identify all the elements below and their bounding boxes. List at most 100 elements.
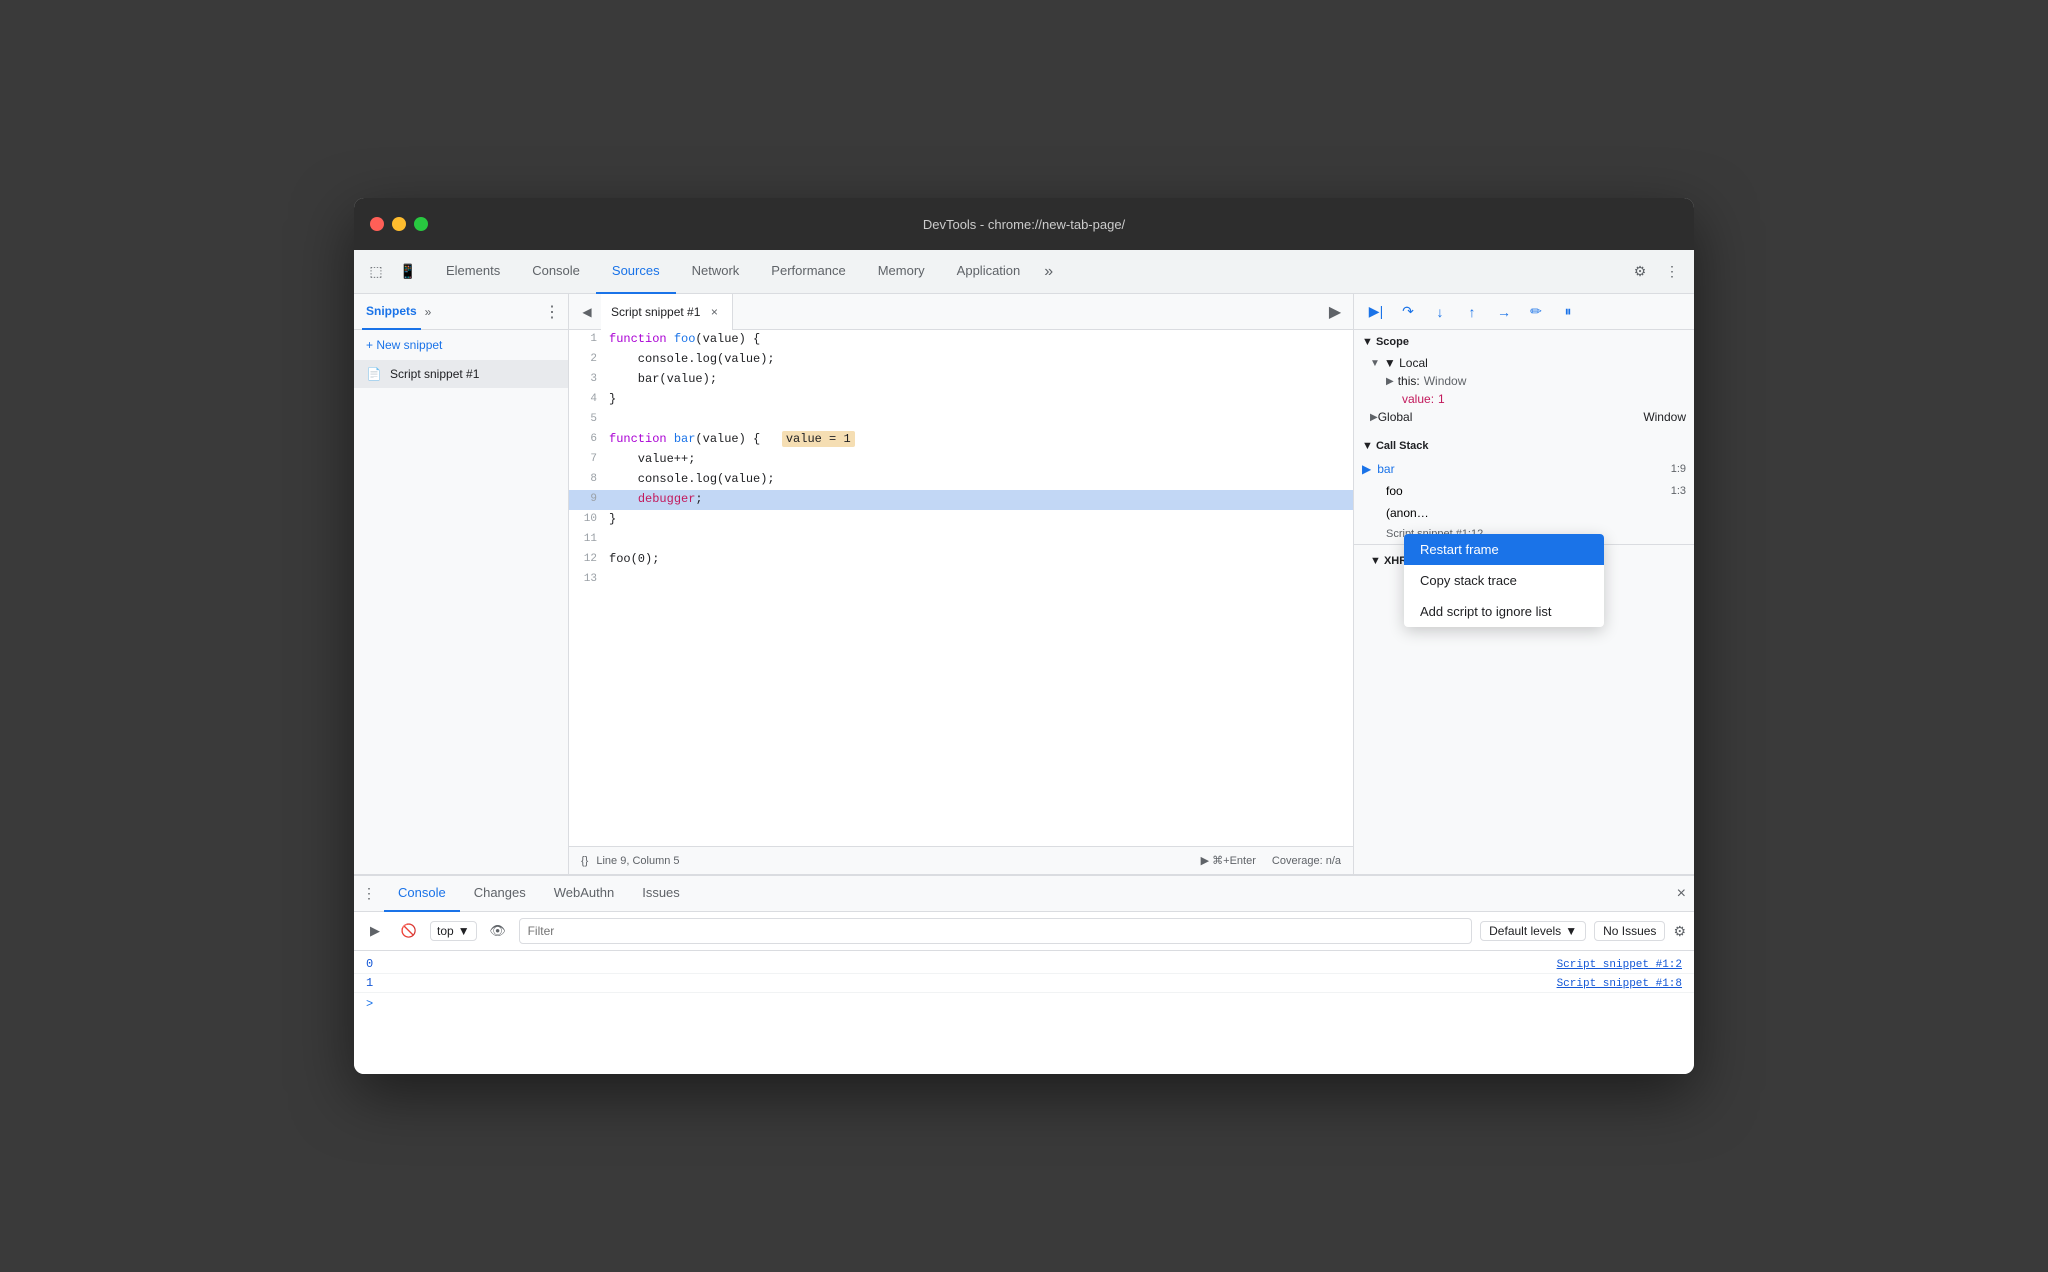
bottom-close-btn[interactable]: × [1677,885,1686,903]
call-stack-header[interactable]: ▼ Call Stack [1354,434,1694,458]
context-menu-restart[interactable]: Restart frame [1404,534,1604,565]
pause-btn[interactable]: ⏸ [1554,298,1582,326]
tab-elements[interactable]: Elements [430,250,516,294]
code-line-5: 5 [569,410,1353,430]
global-value: Window [1643,410,1686,424]
sidebar-menu-btn[interactable]: ⋮ [544,302,560,322]
code-line-6: 6 function bar(value) { value = 1 [569,430,1353,450]
scope-section-header[interactable]: ▼ Scope [1354,330,1694,354]
editor-area: ◀ Script snippet #1 × ▶ 1 function foo(v… [569,294,1354,874]
deactivate-btn[interactable]: ✏ [1522,298,1550,326]
console-clear-btn[interactable]: 🚫 [396,918,422,944]
devtools-window: DevTools - chrome://new-tab-page/ ⬚ 📱 El… [354,198,1694,1074]
scope-label: ▼ Scope [1362,336,1409,348]
sidebar: Snippets » ⋮ + New snippet 📄 Script snip… [354,294,569,874]
top-tab-right-actions: ⚙ ⋮ [1626,258,1686,286]
bottom-tabs: ⋮ Console Changes WebAuthn Issues × [354,876,1694,912]
local-scope-header[interactable]: ▼ ▼ Local [1370,354,1686,372]
call-stack-fn-anon: (anon… [1386,506,1429,520]
scope-section-content: ▼ ▼ Local ▶ this: Window value: 1 ▶ Glob… [1354,354,1694,434]
resume-btn[interactable]: ▶| [1362,298,1390,326]
console-settings-btn[interactable]: ⚙ [1673,923,1686,940]
tab-issues[interactable]: Issues [628,876,694,912]
close-button[interactable] [370,217,384,231]
value-scope-item: value: 1 [1370,390,1686,408]
console-filter-input[interactable] [519,918,1473,944]
editor-run-btn[interactable]: ▶ [1321,298,1349,326]
global-label: Global [1378,410,1413,424]
this-key: this: [1398,374,1420,388]
title-bar: DevTools - chrome://new-tab-page/ [354,198,1694,250]
maximize-button[interactable] [414,217,428,231]
call-stack-item-anon[interactable]: (anon… [1354,502,1694,524]
sidebar-more-btn[interactable]: » [425,305,432,319]
console-source-0[interactable]: Script snippet #1:2 [1557,959,1682,971]
snippet-item-1[interactable]: 📄 Script snippet #1 [354,360,568,388]
levels-dropdown[interactable]: Default levels ▼ [1480,921,1586,941]
top-tab-icons: ⬚ 📱 [362,258,422,286]
coverage-label: Coverage: n/a [1272,855,1341,867]
run-shortcut[interactable]: ▶ ⌘+Enter [1201,854,1256,867]
step-over-btn[interactable]: ↷ [1394,298,1422,326]
this-value: Window [1424,374,1467,388]
right-panel: ▶| ↷ ↓ ↑ → ✏ ⏸ ▼ Scope ▼ ▼ Local ▶ this: [1354,294,1694,874]
copy-stack-trace-label: Copy stack trace [1420,573,1517,588]
prompt-symbol: > [366,997,373,1011]
code-line-9: 9 debugger; [569,490,1353,510]
kebab-menu-btn[interactable]: ⋮ [1658,258,1686,286]
code-line-11: 11 [569,530,1353,550]
tab-network[interactable]: Network [676,250,756,294]
editor-tab-1[interactable]: Script snippet #1 × [601,294,733,330]
tab-sources[interactable]: Sources [596,250,676,294]
device-icon-btn[interactable]: 📱 [394,258,422,286]
call-stack-fn-foo: foo [1386,484,1403,498]
call-stack-label: ▼ Call Stack [1362,440,1429,452]
nav-back-btn[interactable]: ◀ [573,298,601,326]
global-scope-header[interactable]: ▶ Global Window [1370,408,1686,426]
bottom-tab-menu-btn[interactable]: ⋮ [362,885,376,902]
cursor-icon-btn[interactable]: ⬚ [362,258,390,286]
code-line-10: 10 } [569,510,1353,530]
call-stack-item-foo[interactable]: foo 1:3 [1354,480,1694,502]
tab-changes[interactable]: Changes [460,876,540,912]
editor-tab-close[interactable]: × [706,304,722,320]
traffic-lights [370,217,428,231]
console-source-1[interactable]: Script snippet #1:8 [1557,978,1682,990]
tab-application[interactable]: Application [941,250,1037,294]
tab-webauthn[interactable]: WebAuthn [540,876,628,912]
bottom-panel: ⋮ Console Changes WebAuthn Issues × ▶ 🚫 … [354,874,1694,1074]
tab-console-bottom[interactable]: Console [384,876,460,912]
tab-console[interactable]: Console [516,250,596,294]
code-line-3: 3 bar(value); [569,370,1353,390]
context-menu-ignore-list[interactable]: Add script to ignore list [1404,596,1604,627]
sidebar-title: Snippets [362,294,421,330]
console-value-1: 1 [366,976,373,990]
context-selector[interactable]: top ▼ [430,921,477,941]
main-tab-list: Elements Console Sources Network Perform… [430,250,1626,294]
console-run-btn[interactable]: ▶ [362,918,388,944]
code-editor[interactable]: 1 function foo(value) { 2 console.log(va… [569,330,1353,846]
console-line-1: 1 Script snippet #1:8 [354,974,1694,993]
more-tabs-button[interactable]: » [1036,263,1061,281]
context-menu-copy-trace[interactable]: Copy stack trace [1404,565,1604,596]
this-scope-item[interactable]: ▶ this: Window [1370,372,1686,390]
code-line-7: 7 value++; [569,450,1353,470]
levels-arrow: ▼ [1565,924,1577,938]
format-btn[interactable]: {} [581,855,588,867]
step-btn[interactable]: → [1490,298,1518,326]
value-key: value: [1402,392,1434,406]
new-snippet-button[interactable]: + New snippet [354,330,568,360]
console-prompt[interactable]: > [354,993,1694,1015]
minimize-button[interactable] [392,217,406,231]
snippet-item-label: Script snippet #1 [390,367,479,381]
restart-frame-label: Restart frame [1420,542,1499,557]
step-into-btn[interactable]: ↓ [1426,298,1454,326]
call-stack-loc-foo: 1:3 [1671,485,1686,497]
settings-icon-btn[interactable]: ⚙ [1626,258,1654,286]
tab-memory[interactable]: Memory [862,250,941,294]
show-network-requests-btn[interactable]: 👁 [485,918,511,944]
tab-performance[interactable]: Performance [755,250,861,294]
call-stack-item-bar[interactable]: ▶ bar 1:9 [1354,458,1694,480]
step-out-btn[interactable]: ↑ [1458,298,1486,326]
no-issues-btn[interactable]: No Issues [1594,921,1665,941]
